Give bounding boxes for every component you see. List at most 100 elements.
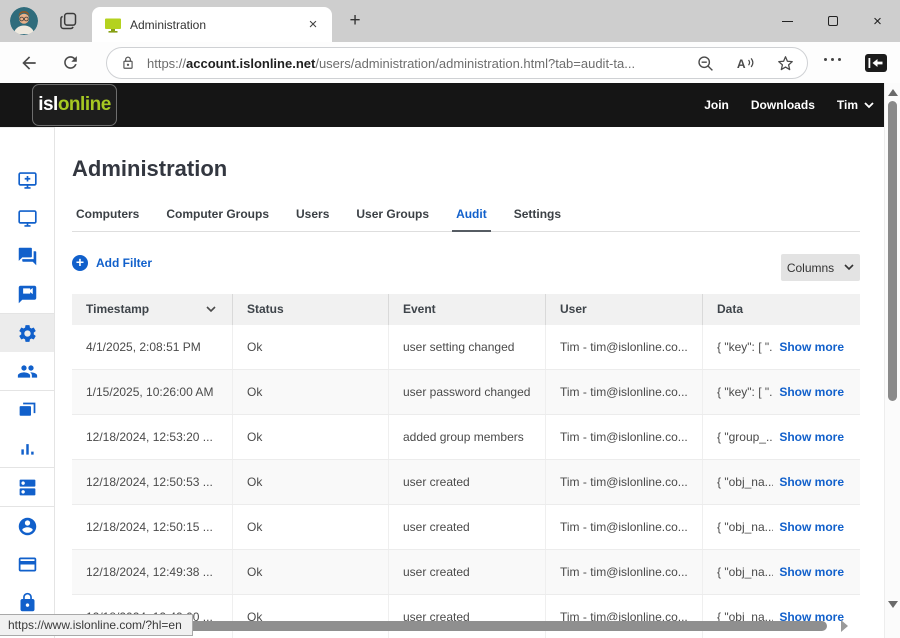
cell-event: added group members bbox=[388, 415, 545, 459]
chat-bubbles-icon bbox=[17, 246, 38, 267]
credit-card-icon bbox=[17, 554, 38, 575]
tab-favicon-icon bbox=[104, 17, 122, 33]
add-filter-label: Add Filter bbox=[96, 256, 152, 270]
browser-titlebar: Administration × + × bbox=[0, 0, 900, 42]
vertical-scrollbar[interactable] bbox=[884, 83, 900, 638]
sidebar-item-sessions[interactable] bbox=[0, 391, 54, 429]
scroll-up-arrow-icon[interactable] bbox=[888, 89, 898, 96]
monitor-plus-icon bbox=[17, 170, 38, 191]
cell-event: user created bbox=[388, 505, 545, 549]
sidebar-item-reports[interactable] bbox=[0, 429, 54, 467]
maximize-button[interactable] bbox=[810, 0, 855, 42]
tab-settings[interactable]: Settings bbox=[510, 207, 565, 231]
cell-user: Tim - tim@islonline.co... bbox=[545, 370, 702, 414]
lock-icon bbox=[17, 592, 38, 613]
column-header-data[interactable]: Data bbox=[702, 294, 860, 325]
column-header-user[interactable]: User bbox=[545, 294, 702, 325]
column-header-event[interactable]: Event bbox=[388, 294, 545, 325]
tab-audit[interactable]: Audit bbox=[452, 207, 491, 232]
sidebar-item-account[interactable] bbox=[0, 507, 54, 545]
tab-user-groups[interactable]: User Groups bbox=[352, 207, 433, 231]
data-snippet: { "obj_na... bbox=[717, 565, 773, 579]
cell-user: Tim - tim@islonline.co... bbox=[545, 415, 702, 459]
audit-table: Timestamp Status Event User Data 4/1/202… bbox=[72, 294, 860, 638]
minimize-button[interactable] bbox=[765, 0, 810, 42]
site-nav: Join Downloads Tim bbox=[704, 83, 874, 127]
sidebar-item-servers[interactable] bbox=[0, 468, 54, 506]
cell-data: { "key": [ "...Show more bbox=[702, 325, 860, 369]
show-more-link[interactable]: Show more bbox=[779, 340, 844, 354]
table-row: 12/18/2024, 12:49:38 ... Ok user created… bbox=[72, 550, 860, 595]
people-icon bbox=[17, 361, 38, 382]
cell-timestamp: 12/18/2024, 12:50:15 ... bbox=[72, 505, 232, 549]
app-sidebar bbox=[0, 127, 55, 638]
cell-data: { "obj_na... Show more bbox=[702, 460, 860, 504]
data-snippet: { "obj_na... bbox=[717, 475, 773, 489]
columns-dropdown-button[interactable]: Columns bbox=[781, 254, 860, 281]
show-more-link[interactable]: Show more bbox=[779, 565, 844, 579]
column-header-status[interactable]: Status bbox=[232, 294, 388, 325]
cell-data: { "obj_na... Show more bbox=[702, 550, 860, 594]
browser-menu-icon[interactable] bbox=[824, 58, 841, 61]
cell-status: Ok bbox=[232, 370, 388, 414]
cell-event: user password changed bbox=[388, 370, 545, 414]
column-header-timestamp[interactable]: Timestamp bbox=[72, 294, 232, 325]
main-content: Administration Computers Computer Groups… bbox=[55, 127, 884, 638]
cell-status: Ok bbox=[232, 415, 388, 459]
read-aloud-icon[interactable]: A bbox=[736, 54, 755, 73]
show-more-link[interactable]: Show more bbox=[779, 385, 844, 399]
vertical-scrollbar-thumb[interactable] bbox=[888, 101, 897, 401]
sidebar-item-chat[interactable] bbox=[0, 237, 54, 275]
sidebar-item-users[interactable] bbox=[0, 352, 54, 390]
table-header-row: Timestamp Status Event User Data bbox=[72, 294, 860, 325]
show-more-link[interactable]: Show more bbox=[779, 475, 844, 489]
tab-computer-groups[interactable]: Computer Groups bbox=[162, 207, 273, 231]
sidebar-toggle-icon[interactable] bbox=[864, 53, 888, 73]
sidebar-item-administration[interactable] bbox=[0, 314, 54, 352]
data-snippet: { "obj_na... bbox=[717, 520, 773, 534]
show-more-link[interactable]: Show more bbox=[779, 520, 844, 534]
tab-close-icon[interactable]: × bbox=[304, 16, 322, 34]
close-window-button[interactable]: × bbox=[855, 0, 900, 42]
add-filter-button[interactable]: + Add Filter bbox=[72, 255, 152, 271]
cell-timestamp: 12/18/2024, 12:50:53 ... bbox=[72, 460, 232, 504]
tab-computers[interactable]: Computers bbox=[72, 207, 143, 231]
cell-timestamp: 12/18/2024, 12:49:38 ... bbox=[72, 550, 232, 594]
sidebar-item-billing[interactable] bbox=[0, 545, 54, 583]
browser-window: Administration × + × https://account.isl… bbox=[0, 0, 900, 638]
scroll-down-arrow-icon[interactable] bbox=[888, 601, 898, 608]
tab-users[interactable]: Users bbox=[292, 207, 333, 231]
show-more-link[interactable]: Show more bbox=[779, 430, 844, 444]
site-info-lock-icon[interactable] bbox=[121, 55, 135, 71]
data-snippet: { "group_... bbox=[717, 430, 773, 444]
profile-avatar[interactable] bbox=[10, 7, 38, 35]
table-row: 12/18/2024, 12:50:53 ... Ok user created… bbox=[72, 460, 860, 505]
table-row: 12/18/2024, 12:53:20 ... Ok added group … bbox=[72, 415, 860, 460]
sort-chevron-down-icon bbox=[206, 306, 216, 313]
logo-text-online: online bbox=[58, 94, 111, 116]
browser-tab[interactable]: Administration × bbox=[92, 7, 332, 42]
nav-join-link[interactable]: Join bbox=[704, 98, 729, 112]
cell-event: user created bbox=[388, 550, 545, 594]
zoom-out-icon[interactable] bbox=[696, 54, 715, 73]
favorite-star-icon[interactable] bbox=[776, 54, 795, 73]
sidebar-item-new-session[interactable] bbox=[0, 161, 54, 199]
cell-status: Ok bbox=[232, 550, 388, 594]
svg-text:A: A bbox=[737, 56, 746, 70]
refresh-button[interactable] bbox=[61, 53, 81, 73]
page-title: Administration bbox=[72, 156, 227, 182]
cell-user: Tim - tim@islonline.co... bbox=[545, 595, 702, 638]
nav-user-menu[interactable]: Tim bbox=[837, 98, 874, 112]
scroll-right-arrow-icon[interactable] bbox=[841, 620, 848, 632]
islonline-logo[interactable]: islonline bbox=[32, 84, 117, 126]
sidebar-item-video-chat[interactable] bbox=[0, 275, 54, 313]
address-bar[interactable]: https://account.islonline.net/users/admi… bbox=[106, 47, 808, 79]
nav-downloads-link[interactable]: Downloads bbox=[751, 98, 815, 112]
plus-icon: + bbox=[72, 255, 88, 271]
back-button[interactable] bbox=[19, 53, 39, 73]
sidebar-item-remote-desktop[interactable] bbox=[0, 199, 54, 237]
new-tab-button[interactable]: + bbox=[344, 10, 366, 32]
url-text[interactable]: https://account.islonline.net/users/admi… bbox=[147, 56, 675, 71]
video-chat-icon bbox=[17, 284, 38, 305]
workspaces-icon[interactable] bbox=[57, 11, 79, 31]
